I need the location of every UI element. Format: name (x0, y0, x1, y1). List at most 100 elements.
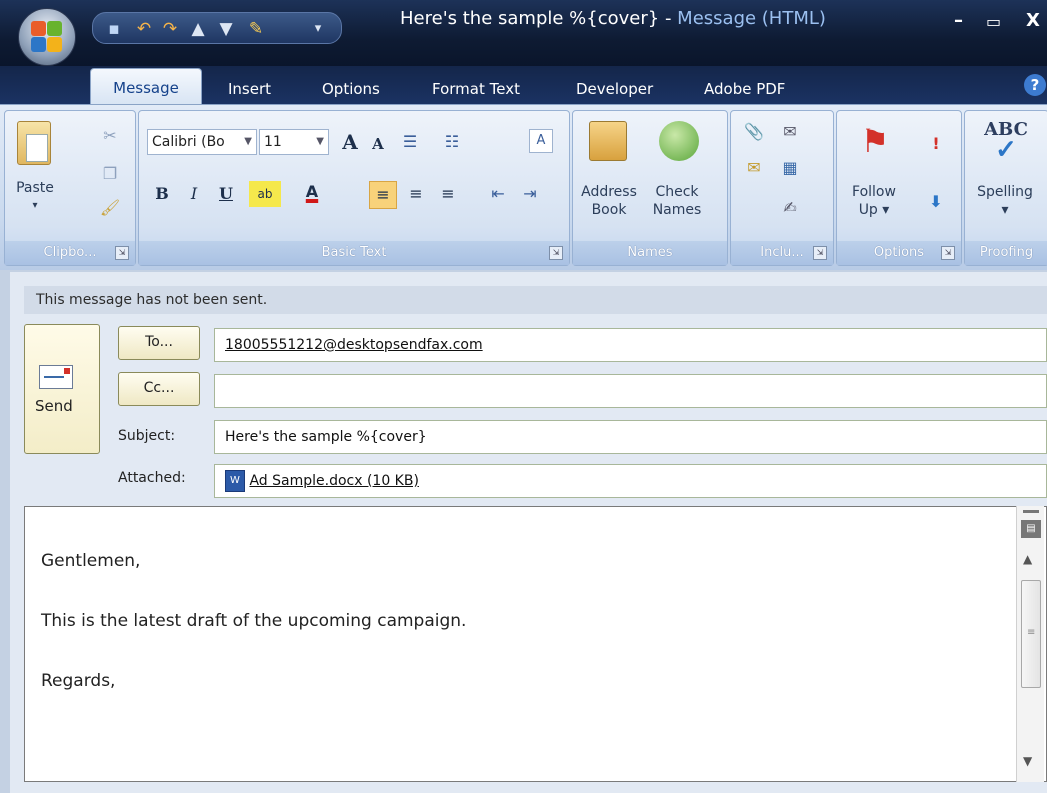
attach-file-icon[interactable]: 📎 (741, 119, 767, 145)
numbering-icon[interactable]: ☷ (439, 129, 465, 155)
highlight-icon[interactable]: ab (249, 181, 281, 207)
tab-insert[interactable]: Insert (218, 74, 281, 104)
font-size-value: 11 (264, 134, 282, 150)
font-name-combo[interactable]: Calibri (Bo ▼ (147, 129, 257, 155)
calendar-icon[interactable]: ▦ (777, 155, 803, 181)
grow-font-icon[interactable]: A (337, 129, 363, 155)
to-button[interactable]: To... (118, 326, 200, 360)
window-title-text: Here's the sample %{cover} (400, 8, 660, 29)
align-left-icon[interactable]: ≡ (369, 181, 397, 209)
cc-field[interactable] (214, 374, 1047, 408)
font-name-value: Calibri (Bo (152, 134, 225, 150)
address-book-label-2: Book (591, 202, 627, 218)
include-group: 📎 ✉ ✉ ▦ ✍ Inclu... ⇲ (730, 110, 834, 266)
subject-label: Subject: (118, 428, 176, 444)
attached-label: Attached: (118, 470, 186, 486)
tab-adobe-pdf[interactable]: Adobe PDF (694, 74, 795, 104)
grip-icon: ≡ (1027, 627, 1036, 638)
align-right-icon[interactable]: ≡ (435, 181, 461, 207)
tab-message[interactable]: Message (90, 68, 202, 107)
attachment-link[interactable]: Ad Sample.docx (10 KB) (249, 473, 418, 489)
window-app-name: Message (HTML) (677, 8, 826, 29)
minimize-button[interactable]: – (954, 10, 963, 31)
spelling-button[interactable]: Spelling ▾ (965, 183, 1045, 219)
chevron-down-icon: ▼ (316, 136, 324, 147)
check-names-button[interactable]: Check Names (645, 183, 709, 219)
vertical-scrollbar[interactable]: ▤ ▲ ≡ ▼ (1016, 506, 1044, 782)
previous-item-icon[interactable]: ▲ (187, 18, 209, 40)
clipboard-dialog-launcher-icon[interactable]: ⇲ (115, 246, 129, 260)
basic-text-dialog-launcher-icon[interactable]: ⇲ (549, 246, 563, 260)
font-size-combo[interactable]: 11 ▼ (259, 129, 329, 155)
paste-icon (17, 121, 51, 165)
bullets-icon[interactable]: ☰ (397, 129, 423, 155)
follow-up-label-1: Follow (852, 184, 896, 200)
quick-access-toolbar: ▪ ↶ ↷ ▲ ▼ ✎ ▾ (92, 12, 342, 44)
tab-options[interactable]: Options (312, 74, 390, 104)
office-logo-icon (31, 21, 46, 36)
next-item-icon[interactable]: ▼ (215, 18, 237, 40)
follow-up-button[interactable]: Follow Up ▾ (837, 183, 911, 219)
options-group: ⚑ Follow Up ▾ ! ⬇ Options ⇲ (836, 110, 962, 266)
basic-text-group-label: Basic Text (139, 241, 569, 265)
body-line: This is the latest draft of the upcoming… (41, 611, 467, 631)
include-dialog-launcher-icon[interactable]: ⇲ (813, 246, 827, 260)
format-painter-icon[interactable]: 🖌 (97, 195, 123, 221)
proofing-group-label: Proofing (965, 241, 1047, 265)
undo-icon[interactable]: ↶ (133, 18, 155, 40)
underline-icon[interactable]: U (213, 181, 239, 207)
split-handle-icon[interactable] (1023, 510, 1039, 513)
send-label: Send (35, 397, 73, 415)
address-book-button[interactable]: Address Book (577, 183, 641, 219)
paste-dropdown-icon[interactable]: ▾ (5, 197, 65, 215)
send-envelope-icon (39, 365, 73, 389)
send-button[interactable]: Send (24, 324, 100, 454)
clipboard-group: Paste ▾ ✂ ❐ 🖌 Clipbo... ⇲ (4, 110, 136, 266)
address-book-icon (589, 121, 627, 161)
chevron-down-icon: ▼ (244, 136, 252, 147)
cc-button[interactable]: Cc... (118, 372, 200, 406)
format-painter-icon[interactable]: ✎ (245, 18, 267, 40)
business-card-icon[interactable]: ✉ (741, 155, 767, 181)
high-importance-icon[interactable]: ! (923, 131, 949, 157)
increase-indent-icon[interactable]: ⇥ (517, 181, 543, 207)
bold-icon[interactable]: B (149, 181, 175, 207)
options-dialog-launcher-icon[interactable]: ⇲ (941, 246, 955, 260)
tab-format-text[interactable]: Format Text (422, 74, 530, 104)
check-names-label-1: Check (655, 184, 699, 200)
scroll-down-icon[interactable]: ▼ (1023, 754, 1032, 768)
basic-text-group: Calibri (Bo ▼ 11 ▼ A A ☰ ☷ A B I U ab A ≡ … (138, 110, 570, 266)
paste-button[interactable]: Paste (5, 179, 65, 197)
signature-icon[interactable]: ✍ (777, 195, 803, 221)
save-icon[interactable]: ▪ (103, 18, 125, 40)
attach-item-icon[interactable]: ✉ (777, 119, 803, 145)
shrink-font-icon[interactable]: A (365, 131, 391, 157)
check-names-icon (659, 121, 699, 161)
styles-icon[interactable]: A (529, 129, 553, 153)
proofing-group: ABC ✓ Spelling ▾ Proofing (964, 110, 1047, 266)
tab-developer[interactable]: Developer (566, 74, 663, 104)
spelling-label: Spelling (977, 184, 1033, 200)
font-color-icon[interactable]: A (299, 179, 325, 205)
scrollbar-thumb[interactable]: ≡ (1021, 580, 1041, 688)
low-importance-icon[interactable]: ⬇ (923, 189, 949, 215)
to-field[interactable]: 18005551212@desktopsendfax.com (214, 328, 1047, 362)
customize-toolbar-icon[interactable]: ▾ (307, 18, 329, 40)
attachment-field: W Ad Sample.docx (10 KB) (214, 464, 1047, 498)
italic-icon[interactable]: I (181, 181, 207, 207)
maximize-button[interactable]: ▭ (986, 12, 1001, 31)
body-line: Gentlemen, (41, 551, 141, 571)
help-icon[interactable]: ? (1024, 74, 1046, 96)
close-button[interactable]: X (1026, 10, 1040, 31)
message-body[interactable]: Gentlemen, This is the latest draft of t… (24, 506, 1047, 782)
align-center-icon[interactable]: ≡ (403, 181, 429, 207)
scroll-up-icon[interactable]: ▲ (1023, 552, 1032, 566)
ruler-icon[interactable]: ▤ (1021, 520, 1041, 538)
cut-icon[interactable]: ✂ (97, 123, 123, 149)
copy-icon[interactable]: ❐ (97, 161, 123, 187)
decrease-indent-icon[interactable]: ⇤ (485, 181, 511, 207)
subject-field[interactable]: Here's the sample %{cover} (214, 420, 1047, 454)
redo-icon[interactable]: ↷ (159, 18, 181, 40)
office-button[interactable] (18, 8, 76, 66)
follow-up-flag-icon: ⚑ (860, 122, 890, 160)
